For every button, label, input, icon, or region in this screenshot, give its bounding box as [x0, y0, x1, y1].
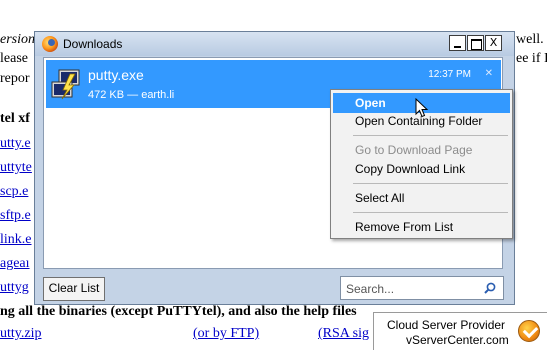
- bg-text-see-if: ee if I: [516, 51, 547, 66]
- menu-item-select-all[interactable]: Select All: [333, 188, 510, 208]
- download-status: 472 KB — earth.li: [88, 89, 175, 101]
- bg-link-psftp[interactable]: sftp.e: [0, 208, 31, 224]
- firefox-icon: [42, 36, 58, 52]
- close-button[interactable]: X: [485, 35, 502, 51]
- search-input[interactable]: Search...: [346, 282, 394, 296]
- window-title: Downloads: [63, 37, 123, 51]
- bg-link-ftp[interactable]: (or by FTP): [193, 326, 259, 342]
- bg-link-putty-zip[interactable]: utty.zip: [0, 326, 41, 342]
- menu-item-go-to-download-page: Go to Download Page: [355, 143, 473, 157]
- bg-text-binaries: ng all the binaries (except PuTTYtel), a…: [0, 304, 357, 319]
- title-bar[interactable]: Downloads X: [35, 32, 514, 56]
- bg-link-pageant[interactable]: ageaı: [0, 256, 30, 272]
- bg-link-plink[interactable]: link.e: [0, 232, 32, 248]
- ad-line-1: Cloud Server Provider: [387, 318, 506, 332]
- ad-line-2: vServerCenter.com: [406, 333, 509, 347]
- minimize-button[interactable]: [449, 35, 466, 51]
- bg-link-puttytel[interactable]: uttyte: [0, 160, 32, 176]
- bg-heading-tel: tel xf: [0, 111, 30, 126]
- bg-text-please: lease: [0, 51, 28, 66]
- download-time: 12:37 PM: [428, 69, 471, 80]
- menu-item-copy-download-link[interactable]: Copy Download Link: [333, 159, 510, 179]
- remove-download-icon[interactable]: ✕: [485, 68, 493, 79]
- bg-link-rsa-sig[interactable]: (RSA sig: [318, 326, 369, 342]
- bg-link-putty[interactable]: utty.e: [0, 136, 31, 152]
- clear-list-button[interactable]: Clear List: [43, 277, 105, 301]
- menu-separator: [353, 183, 508, 184]
- ad-badge[interactable]: Cloud Server Provider vServerCenter.com: [373, 312, 547, 350]
- menu-item-remove-from-list[interactable]: Remove From List: [333, 217, 510, 237]
- maximize-button[interactable]: [467, 35, 484, 51]
- download-filename: putty.exe: [88, 67, 144, 83]
- mouse-cursor-icon: [415, 98, 429, 118]
- bg-link-puttygen[interactable]: uttyg: [0, 280, 29, 296]
- bg-text-well: well. I: [516, 32, 547, 47]
- bg-link-pscp[interactable]: scp.e: [0, 184, 28, 200]
- vservercenter-logo-icon: [518, 320, 540, 342]
- menu-separator: [353, 212, 508, 213]
- bg-text-version: ersion: [0, 32, 35, 47]
- putty-icon: [51, 69, 80, 100]
- menu-separator: [353, 135, 508, 136]
- bg-text-report: repor: [0, 71, 30, 86]
- search-box[interactable]: Search...: [340, 276, 504, 300]
- search-icon: [484, 282, 496, 294]
